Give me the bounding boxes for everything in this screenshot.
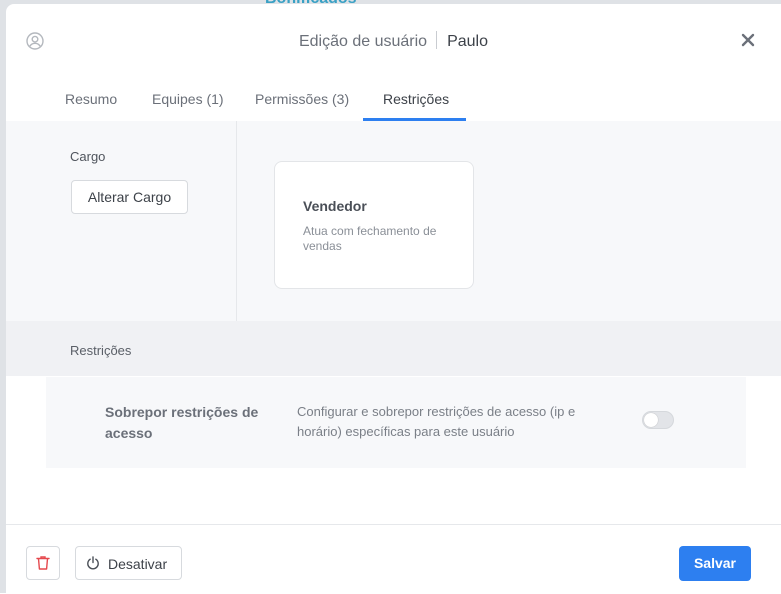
restrictions-header: Restrições <box>6 321 781 376</box>
override-restrictions-row: Sobrepor restrições de acesso Configurar… <box>46 377 746 468</box>
modal-footer: Desativar Salvar <box>6 524 781 594</box>
modal-title-text: Edição de usuário <box>298 33 428 50</box>
section-divider <box>236 121 237 321</box>
tab-bar: Resumo Equipes (1) Permissões (3) Restri… <box>6 76 781 122</box>
role-name: Vendedor <box>303 198 367 214</box>
deactivate-button[interactable]: Desativar <box>75 546 182 580</box>
cargo-label: Cargo <box>70 149 106 164</box>
override-restrictions-toggle[interactable] <box>642 411 674 429</box>
role-description: Atua com fechamento de vendas <box>303 224 437 253</box>
role-card[interactable]: Vendedor Atua com fechamento de vendas <box>274 161 474 289</box>
deactivate-label: Desativar <box>108 556 168 572</box>
tab-equipes[interactable]: Equipes (1) <box>152 91 224 107</box>
toggle-knob <box>644 413 658 427</box>
trash-icon <box>36 556 50 570</box>
restrictions-label: Restrições <box>70 343 132 358</box>
tab-resumo[interactable]: Resumo <box>65 91 117 107</box>
change-role-button[interactable]: Alterar Cargo <box>71 180 188 214</box>
close-icon[interactable] <box>740 32 756 48</box>
override-restrictions-description: Configurar e sobrepor restrições de aces… <box>297 404 576 439</box>
cargo-section: Cargo Alterar Cargo Vendedor Atua com fe… <box>6 121 781 321</box>
save-button[interactable]: Salvar <box>679 546 751 581</box>
modal-header: Edição de usuário Paulo <box>6 4 781 76</box>
user-edit-modal: Edição de usuário Paulo Resumo Equipes (1… <box>6 4 781 594</box>
title-separator <box>436 31 438 49</box>
override-restrictions-title: Sobrepor restrições de acesso <box>105 404 259 441</box>
power-icon <box>87 556 99 570</box>
tab-permissoes[interactable]: Permissões (3) <box>255 91 349 107</box>
delete-button[interactable] <box>26 546 60 580</box>
modal-title: Edição de usuário Paulo <box>6 31 781 51</box>
tab-restricoes[interactable]: Restrições <box>383 91 449 107</box>
user-name: Paulo <box>447 33 488 50</box>
